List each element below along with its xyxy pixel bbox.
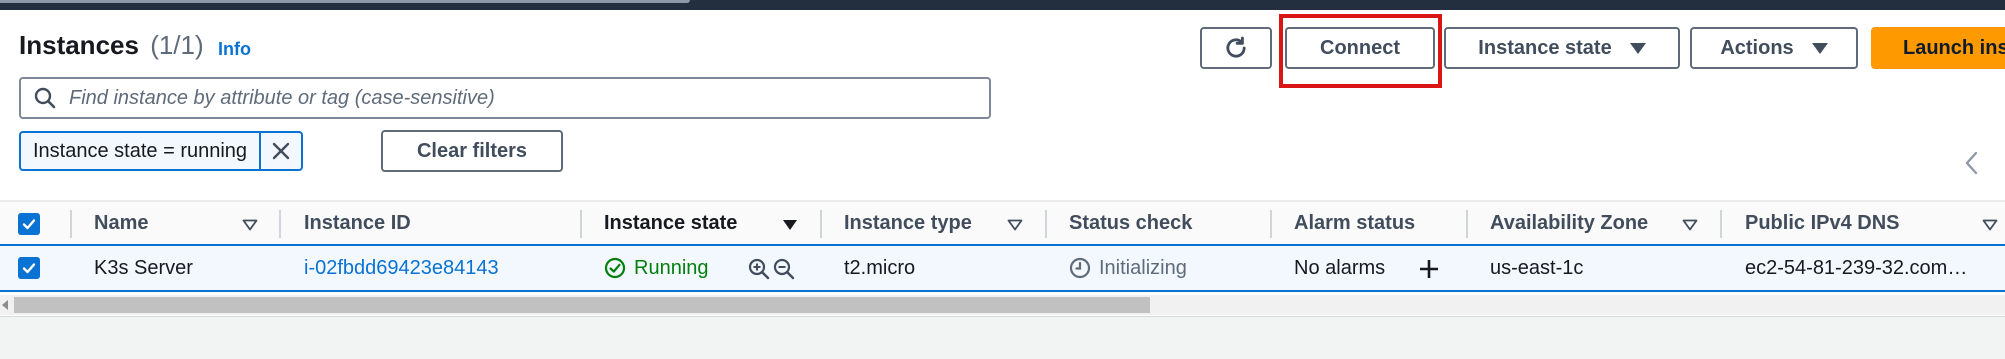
- clear-filters-button[interactable]: Clear filters: [381, 130, 563, 172]
- checkmark-icon: [22, 219, 36, 230]
- page-title-text: Instances: [19, 30, 139, 60]
- table-row[interactable]: K3s Server i-02fbdd69423e84143 Running t…: [0, 246, 2005, 292]
- column-header-name[interactable]: Name: [94, 202, 148, 244]
- cell-availability-zone: us-east-1c: [1490, 256, 1584, 279]
- close-icon: [272, 142, 290, 160]
- status-success-icon: [604, 257, 626, 279]
- column-separator[interactable]: [1270, 210, 1272, 238]
- top-bar-edge: [0, 0, 690, 3]
- page-title: Instances (1/1): [19, 30, 204, 61]
- instance-state-text: Running: [634, 256, 709, 279]
- sort-icon[interactable]: [242, 219, 258, 231]
- info-link[interactable]: Info: [218, 39, 251, 60]
- filter-token-label: Instance state = running: [33, 139, 248, 162]
- filter-token: Instance state = running: [19, 131, 304, 171]
- plus-icon[interactable]: [1418, 258, 1440, 280]
- column-separator[interactable]: [70, 210, 72, 238]
- clear-filters-label: Clear filters: [416, 139, 528, 162]
- scrollbar-thumb[interactable]: [14, 297, 1150, 313]
- column-separator[interactable]: [1045, 210, 1047, 238]
- column-header-instance-state[interactable]: Instance state: [604, 202, 737, 244]
- instance-state-dropdown[interactable]: Instance state: [1444, 27, 1680, 69]
- column-separator[interactable]: [580, 210, 582, 238]
- status-check-text: Initializing: [1099, 256, 1187, 279]
- instance-id-link[interactable]: i-02fbdd69423e84143: [304, 246, 499, 290]
- column-separator[interactable]: [1466, 210, 1468, 238]
- launch-instances-button[interactable]: Launch ins: [1871, 27, 2005, 69]
- instance-count: (1/1): [150, 30, 204, 60]
- scroll-left-arrow-icon[interactable]: [0, 299, 10, 311]
- table-header: Name Instance ID Instance state Instance…: [0, 200, 2005, 246]
- chevron-left-icon[interactable]: [1962, 150, 1982, 176]
- cell-name: K3s Server: [94, 256, 193, 279]
- connect-button[interactable]: Connect: [1285, 27, 1435, 69]
- column-header-instance-id[interactable]: Instance ID: [304, 202, 411, 244]
- zoom-out-icon[interactable]: [773, 258, 795, 280]
- column-header-public-dns[interactable]: Public IPv4 DNS: [1745, 202, 1900, 244]
- column-header-availability-zone[interactable]: Availability Zone: [1490, 202, 1648, 244]
- cell-public-dns: ec2-54-81-239-32.com…: [1745, 256, 1968, 279]
- column-separator[interactable]: [820, 210, 822, 238]
- search-icon: [34, 87, 56, 109]
- refresh-button[interactable]: [1200, 27, 1272, 69]
- cell-instance-type: t2.micro: [844, 256, 916, 279]
- column-header-instance-type[interactable]: Instance type: [844, 202, 972, 244]
- actions-dropdown[interactable]: Actions: [1690, 27, 1858, 69]
- remove-filter-button[interactable]: [259, 133, 301, 169]
- search-bar[interactable]: [19, 77, 991, 119]
- checkmark-icon: [22, 263, 36, 274]
- select-all-checkbox[interactable]: [18, 213, 40, 235]
- launch-instances-label: Launch ins: [1903, 36, 2005, 59]
- caret-down-icon: [1629, 42, 1646, 54]
- sort-icon[interactable]: [1982, 219, 1998, 231]
- refresh-icon: [1226, 36, 1246, 58]
- column-separator[interactable]: [1720, 210, 1722, 238]
- sort-descending-icon[interactable]: [782, 219, 798, 231]
- cell-instance-state: Running: [604, 246, 709, 290]
- sort-icon[interactable]: [1682, 219, 1698, 231]
- column-header-alarm-status[interactable]: Alarm status: [1294, 202, 1415, 244]
- cell-status-check: Initializing: [1069, 246, 1187, 290]
- clock-icon: [1069, 257, 1091, 279]
- column-separator[interactable]: [279, 210, 281, 238]
- actions-dropdown-label: Actions: [1720, 36, 1794, 59]
- caret-down-icon: [1811, 42, 1828, 54]
- instance-state-dropdown-label: Instance state: [1478, 36, 1612, 59]
- sort-icon[interactable]: [1007, 219, 1023, 231]
- connect-button-label: Connect: [1320, 36, 1400, 59]
- column-header-status-check[interactable]: Status check: [1069, 202, 1192, 244]
- search-input[interactable]: [67, 85, 971, 111]
- row-checkbox[interactable]: [18, 257, 40, 279]
- cell-alarm-status: No alarms: [1294, 256, 1386, 279]
- split-panel-divider: [0, 316, 2005, 359]
- zoom-in-icon[interactable]: [748, 258, 770, 280]
